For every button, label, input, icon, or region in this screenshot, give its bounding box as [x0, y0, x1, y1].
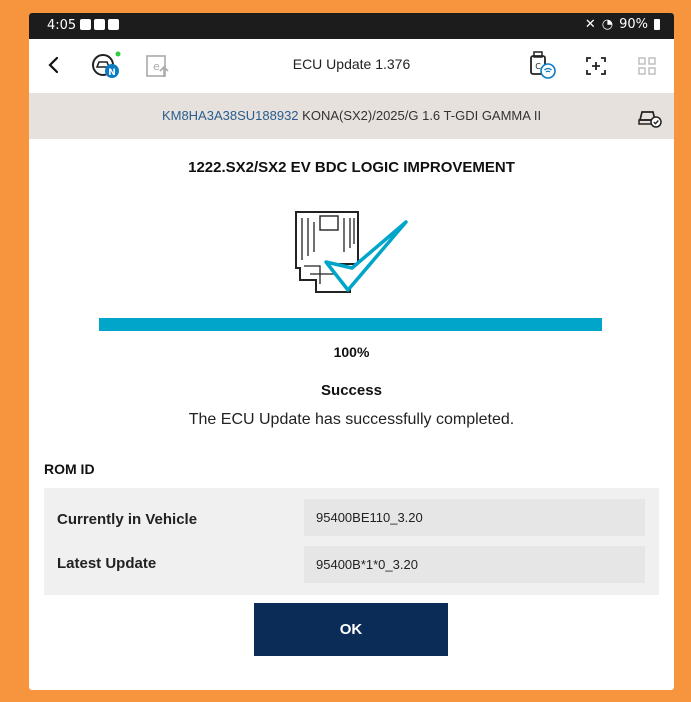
current-rom-value: 95400BE110_3.20 — [304, 499, 645, 536]
latest-rom-value: 95400B*1*0_3.20 — [304, 546, 645, 583]
app-bar: N e ECU Update 1.376 C — [29, 39, 674, 93]
notification-icons — [80, 19, 119, 30]
latest-rom-label: Latest Update — [57, 555, 157, 572]
progress-fill — [99, 318, 602, 331]
status-right: ✕ ◔ 90% — [585, 17, 660, 32]
update-title: 1222.SX2/SX2 EV BDC LOGIC IMPROVEMENT — [188, 159, 515, 176]
page-title: ECU Update 1.376 — [292, 56, 411, 72]
grid-menu-icon[interactable] — [638, 57, 656, 75]
ecu-export-icon[interactable]: e — [144, 51, 174, 81]
vehicle-description: KONA(SX2)/2025/G 1.6 T-GDI GAMMA II — [302, 108, 542, 123]
ecu-success-icon — [295, 211, 408, 293]
progress-bar — [99, 318, 602, 331]
status-message: The ECU Update has successfully complete… — [188, 411, 515, 428]
rom-id-panel: Currently in Vehicle 95400BE110_3.20 Lat… — [44, 488, 659, 595]
vin-number: KM8HA3A38SU188932 — [161, 108, 299, 123]
device-screen: 4:05 ✕ ◔ 90% N e ECU Update 1.376 C KM8H… — [29, 13, 674, 690]
mute-icon: ✕ — [584, 17, 596, 32]
current-rom-label: Currently in Vehicle — [57, 511, 198, 528]
rom-id-title: ROM ID — [44, 461, 95, 477]
battery-level: 90% — [619, 17, 648, 32]
vehicle-check-icon[interactable] — [637, 105, 663, 129]
svg-text:e: e — [153, 60, 160, 73]
back-arrow-icon[interactable] — [47, 55, 61, 75]
ok-button[interactable]: OK — [254, 603, 448, 656]
vehicle-info: KM8HA3A38SU188932 KONA(SX2)/2025/G 1.6 T… — [29, 108, 674, 123]
status-bar: 4:05 ✕ ◔ 90% — [29, 13, 674, 39]
screenshot-icon[interactable] — [585, 56, 607, 76]
status-time: 4:05 — [47, 18, 77, 33]
svg-text:C: C — [535, 62, 541, 71]
vci-wireless-icon[interactable]: C — [525, 50, 557, 80]
progress-percent: 100% — [333, 344, 370, 360]
wifi-icon: ◔ — [601, 17, 614, 32]
vehicle-info-bar: KM8HA3A38SU188932 KONA(SX2)/2025/G 1.6 T… — [29, 93, 674, 139]
svg-text:N: N — [108, 68, 116, 78]
battery-icon — [654, 19, 660, 30]
vehicle-connect-icon[interactable]: N — [89, 50, 125, 82]
status-text: Success — [321, 382, 382, 399]
